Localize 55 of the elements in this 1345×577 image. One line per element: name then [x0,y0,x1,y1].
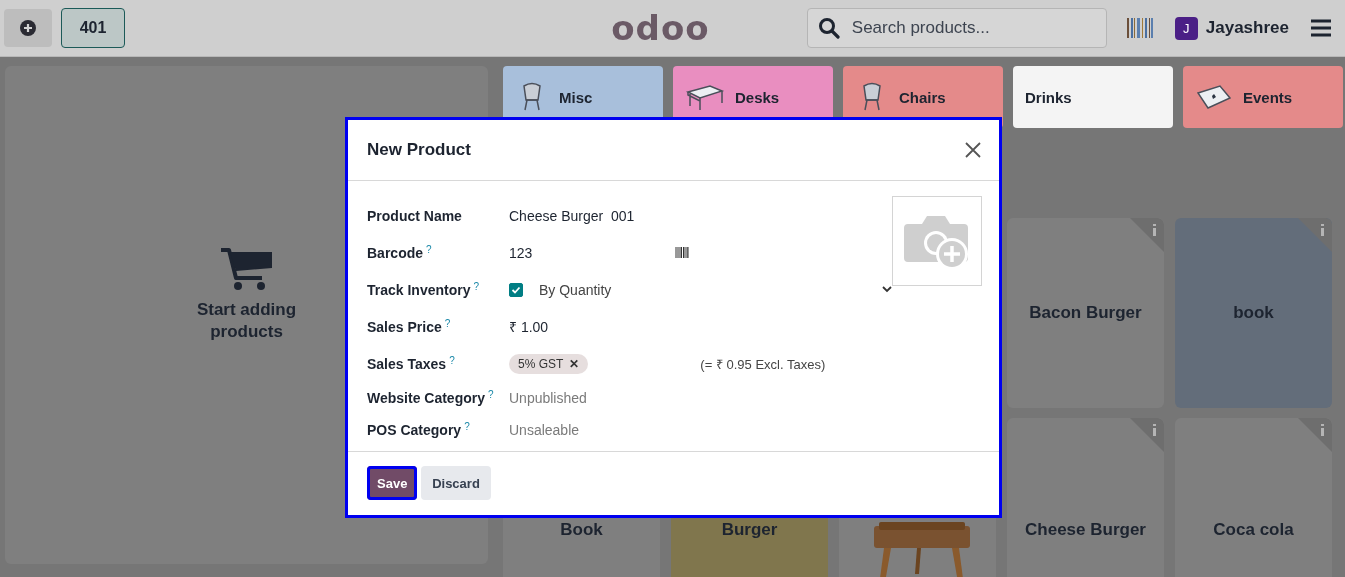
shopping-cart-icon [219,247,274,291]
help-icon[interactable]: ? [444,318,451,329]
help-icon[interactable]: ? [426,244,432,255]
field-label: Product Name [367,207,462,224]
product-name: Cheese Burger [1025,519,1146,540]
info-icon[interactable] [1130,218,1164,252]
field-value[interactable]: Cheese Burger 001 [509,207,635,224]
product-name: book [1233,303,1274,323]
help-icon[interactable]: ? [449,355,455,366]
add-button[interactable] [4,9,52,47]
field-label: Sales Price [367,318,442,335]
order-number-button[interactable]: 401 [61,8,125,48]
info-icon[interactable] [1298,418,1332,452]
search-field[interactable]: Search products... [806,8,1107,48]
user-avatar[interactable]: J [1174,16,1198,40]
field-label: Barcode [367,244,424,261]
field-value[interactable]: ₹ 1.00 [509,317,549,336]
chevron-down-icon [882,286,893,293]
desk-icon [685,82,725,112]
category-button[interactable]: Events [1183,66,1343,128]
info-icon[interactable] [1298,218,1332,252]
ticket-icon [1195,83,1233,111]
tax-note: (= ₹ 0.95 Excl. Taxes) [700,355,826,373]
field-label: Website Category [367,390,485,406]
info-icon[interactable] [1130,418,1164,452]
logo: odoo [611,8,710,48]
user-name[interactable]: Jayashree [1205,18,1289,38]
checkbox[interactable] [509,282,523,297]
help-icon[interactable]: ? [488,390,494,400]
help-icon[interactable]: ? [473,281,480,292]
product-name: Bacon Burger [1029,303,1142,323]
barcode-icon [675,247,689,258]
field-label: Track Inventory [367,281,471,298]
product-name: Burger [721,519,778,540]
category-button[interactable]: Drinks [1013,66,1173,128]
field-value[interactable]: 123 [509,244,675,261]
empty-cart-message: Start adding products [195,299,298,343]
barcode-icon[interactable] [1126,18,1153,38]
select-field[interactable]: By Quantity [539,281,893,298]
field-label: Sales Taxes [367,355,447,372]
menu-icon[interactable] [1311,19,1331,37]
save-button[interactable]: Save [367,466,417,500]
field-label: POS Category [367,422,462,438]
product-card[interactable]: Bacon Burger [1007,218,1164,408]
product-card[interactable]: Cheese Burger [1007,418,1164,577]
tax-tag[interactable]: 5% GST ✕ [509,353,589,374]
close-icon[interactable] [965,142,981,158]
search-icon [817,17,840,39]
help-icon[interactable]: ? [464,422,470,432]
dialog-title: New Product [367,140,471,160]
check-icon [511,284,521,295]
product-name: Coca cola [1213,519,1294,540]
discard-button[interactable]: Discard [421,466,491,500]
plus-circle-icon [20,20,36,36]
product-card[interactable]: Coca cola [1175,418,1332,577]
